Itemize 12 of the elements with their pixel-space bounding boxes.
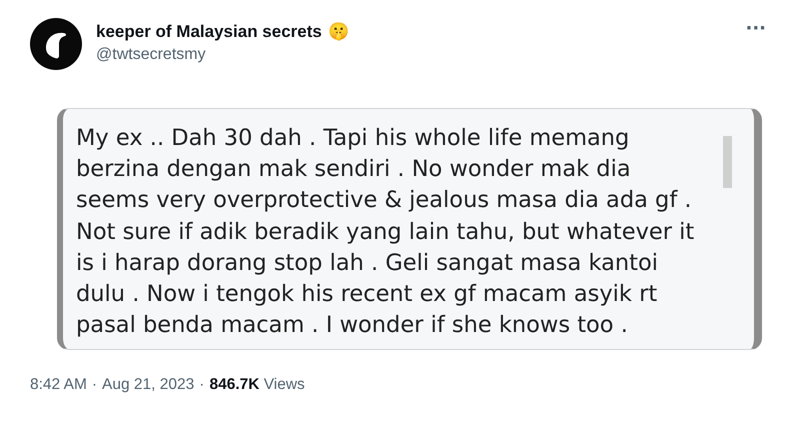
emoji: 🤫	[328, 21, 349, 42]
scrollbar-thumb	[723, 136, 732, 188]
view-count: 846.7K Views	[209, 376, 305, 394]
separator-dot: ·	[92, 376, 98, 394]
separator-dot: ·	[199, 376, 204, 394]
post-time[interactable]: 8:42 AM	[30, 376, 87, 394]
author-name[interactable]: keeper of Malaysian secrets	[96, 22, 322, 42]
post-date[interactable]: Aug 21, 2023	[102, 376, 194, 394]
message-text: My ex .. Dah 30 dah . Tapi his whole life memang berzina dengan mak sendiri . No wonder mak dia seems very overprotective & jealous masa dia ada gf . Not sure if adik beradik yang lain tahu, but whatever it is i harap dorang stop lah . Geli sangat masa kantoi dulu . Now i tengok his recent ex gf macam asyik rt pasal benda macam . I wonder if she knows too .	[76, 124, 694, 340]
avatar-icon[interactable]	[30, 18, 82, 70]
author-handle[interactable]: @twtsecretsmy	[96, 46, 349, 64]
more-button[interactable]: ···	[741, 18, 770, 39]
